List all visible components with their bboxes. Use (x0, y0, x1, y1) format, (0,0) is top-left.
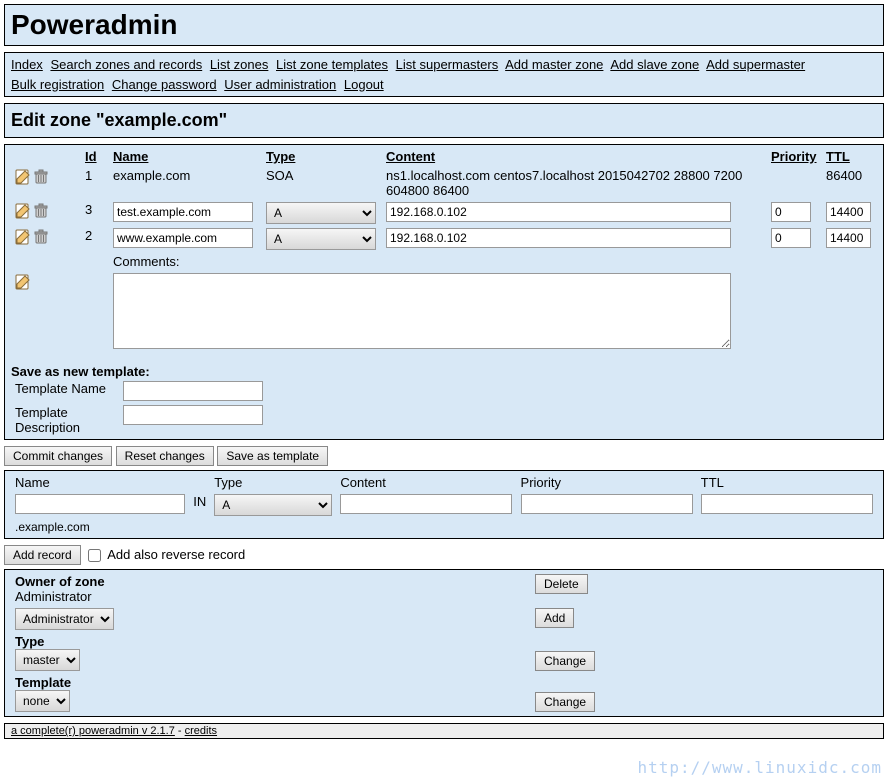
table-row: 2A (11, 226, 877, 252)
nav-add-master[interactable]: Add master zone (505, 57, 603, 72)
page-title: Poweradmin (11, 9, 877, 41)
cell-ttl: 86400 (822, 166, 877, 200)
add-name-label: Name (11, 473, 189, 492)
commit-button[interactable]: Commit changes (4, 446, 112, 466)
footer-label[interactable]: a complete(r) poweradmin v 2.1.7 (11, 725, 175, 737)
cell-priority-input[interactable] (771, 228, 811, 248)
cell-type-select[interactable]: A (266, 202, 376, 224)
template-desc-label: Template Description (11, 403, 119, 437)
add-reverse-label: Add also reverse record (107, 547, 245, 562)
owner-heading: Owner of zone (15, 574, 105, 589)
nav-add-supermaster[interactable]: Add supermaster (706, 57, 805, 72)
add-ttl-input[interactable] (701, 494, 873, 514)
reset-button[interactable]: Reset changes (116, 446, 214, 466)
template-name-input[interactable] (123, 381, 263, 401)
col-content[interactable]: Content (386, 149, 435, 164)
add-content-input[interactable] (340, 494, 512, 514)
type-heading: Type (15, 634, 44, 649)
add-class-label: IN (189, 492, 210, 518)
nav-list-zones[interactable]: List zones (210, 57, 269, 72)
col-name[interactable]: Name (113, 149, 148, 164)
cell-priority-input[interactable] (771, 202, 811, 222)
add-content-label: Content (336, 473, 516, 492)
cell-name-input[interactable] (113, 228, 253, 248)
comments-textarea[interactable] (113, 273, 731, 349)
owner-select[interactable]: Administrator (15, 608, 114, 630)
nav-user-admin[interactable]: User administration (224, 77, 336, 92)
records-box: Id Name Type Content Priority TTL 1example.com… (4, 144, 884, 440)
owner-delete-button[interactable]: Delete (535, 574, 588, 594)
add-priority-label: Priority (517, 473, 697, 492)
cell-content-input[interactable] (386, 202, 731, 222)
cell-ttl-input[interactable] (826, 228, 871, 248)
cell-id: 3 (81, 200, 109, 226)
template-select[interactable]: none (15, 690, 70, 712)
table-row: 1example.comSOAns1.localhost.com centos7… (11, 166, 877, 200)
cell-content-input[interactable] (386, 228, 731, 248)
zone-heading: Edit zone "example.com" (11, 110, 877, 131)
cell-type: SOA (262, 166, 382, 200)
owner-current: Administrator (15, 589, 92, 604)
nav-list-templates[interactable]: List zone templates (276, 57, 388, 72)
cell-content: ns1.localhost.com centos7.localhost 2015… (382, 166, 767, 200)
add-name-input[interactable] (15, 494, 185, 514)
cell-type-select[interactable]: A (266, 228, 376, 250)
add-type-select[interactable]: A (214, 494, 332, 516)
add-record-button[interactable]: Add record (4, 545, 81, 565)
cell-id: 1 (81, 166, 109, 200)
commit-bar: Commit changes Reset changes Save as tem… (4, 446, 884, 466)
cell-name: example.com (109, 166, 262, 200)
zone-heading-box: Edit zone "example.com" (4, 103, 884, 138)
header-box: Poweradmin (4, 4, 884, 46)
template-name-label: Template Name (11, 379, 119, 403)
cell-ttl-input[interactable] (826, 202, 871, 222)
add-priority-input[interactable] (521, 494, 693, 514)
add-record-bar: Add record Add also reverse record (4, 545, 884, 565)
zone-meta-box: Owner of zone Administrator Delete Admin… (4, 569, 884, 717)
footer-credits[interactable]: credits (185, 725, 217, 737)
nav-logout[interactable]: Logout (344, 77, 384, 92)
add-type-label: Type (210, 473, 336, 492)
add-record-box: Name Type Content Priority TTL IN A .exa… (4, 470, 884, 539)
nav-add-slave[interactable]: Add slave zone (610, 57, 699, 72)
table-row: 3A (11, 200, 877, 226)
trash-icon[interactable] (33, 229, 49, 245)
nav-change-passwd[interactable]: Change password (112, 77, 217, 92)
watermark: http://www.linuxidc.com (637, 758, 882, 777)
cell-name-input[interactable] (113, 202, 253, 222)
edit-icon[interactable] (15, 274, 31, 290)
footer: a complete(r) poweradmin v 2.1.7 - credi… (4, 723, 884, 739)
type-change-button[interactable]: Change (535, 651, 595, 671)
edit-icon[interactable] (15, 203, 31, 219)
nav-bulk-reg[interactable]: Bulk registration (11, 77, 104, 92)
edit-icon[interactable] (15, 169, 31, 185)
nav-search[interactable]: Search zones and records (50, 57, 202, 72)
add-reverse-checkbox[interactable] (88, 549, 101, 562)
template-change-button[interactable]: Change (535, 692, 595, 712)
save-template-heading: Save as new template: (11, 364, 150, 379)
nav-index[interactable]: Index (11, 57, 43, 72)
template-desc-input[interactable] (123, 405, 263, 425)
cell-priority (767, 166, 822, 200)
trash-icon[interactable] (33, 169, 49, 185)
cell-id: 2 (81, 226, 109, 252)
type-select[interactable]: master (15, 649, 80, 671)
nav-list-supermasters[interactable]: List supermasters (396, 57, 499, 72)
template-heading: Template (15, 675, 71, 690)
comments-label: Comments: (109, 252, 877, 271)
trash-icon[interactable] (33, 203, 49, 219)
owner-add-button[interactable]: Add (535, 608, 574, 628)
col-priority[interactable]: Priority (771, 149, 817, 164)
nav-bar: Index Search zones and records List zone… (4, 52, 884, 97)
col-id[interactable]: Id (85, 149, 97, 164)
col-type[interactable]: Type (266, 149, 295, 164)
save-template-button[interactable]: Save as template (217, 446, 328, 466)
add-ttl-label: TTL (697, 473, 877, 492)
edit-icon[interactable] (15, 229, 31, 245)
add-name-suffix: .example.com (11, 518, 877, 536)
col-ttl[interactable]: TTL (826, 149, 850, 164)
